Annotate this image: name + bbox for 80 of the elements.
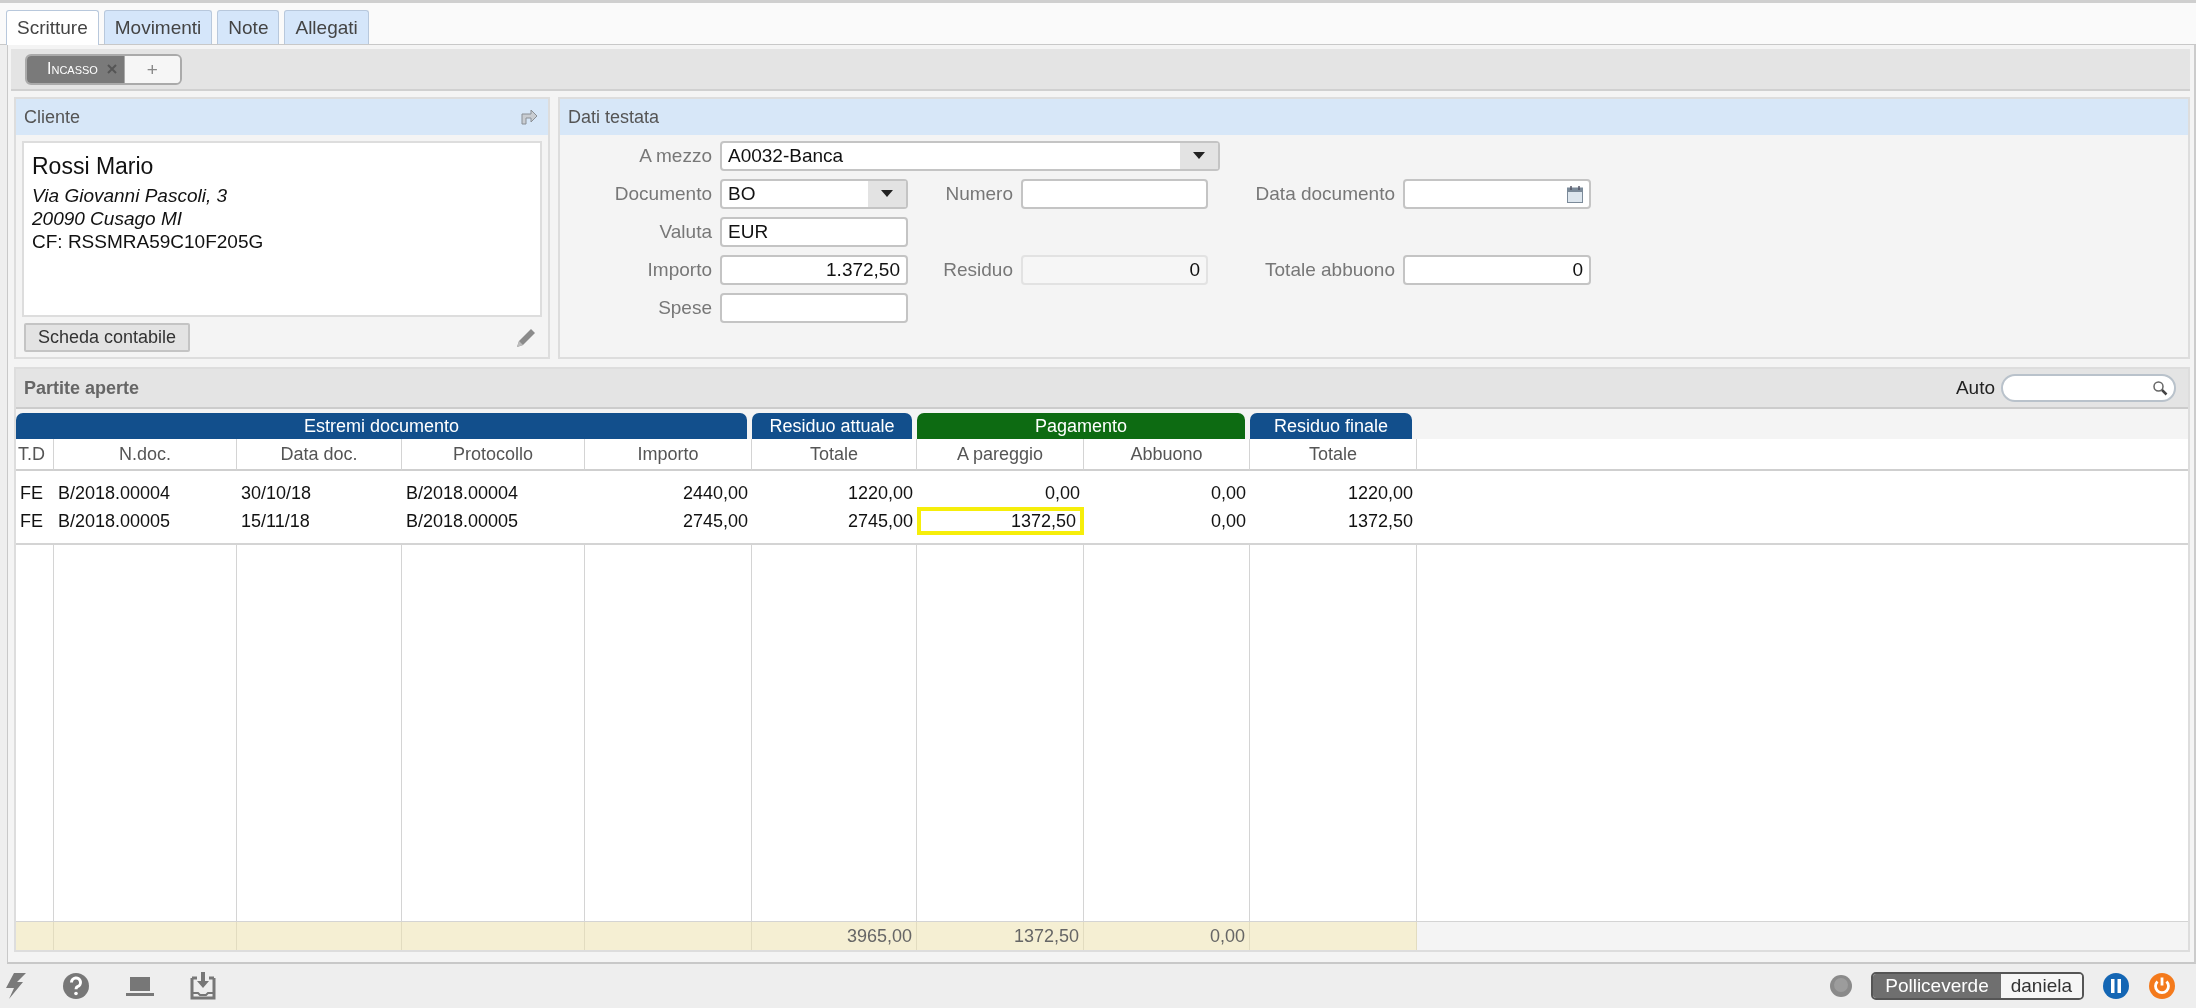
lightning-icon[interactable] (6, 973, 26, 999)
column-header[interactable]: Totale (1250, 439, 1417, 471)
table-cell-text: 1220,00 (1346, 482, 1414, 505)
column-header[interactable]: Protocollo (402, 439, 585, 471)
table-cell-text: B/2018.00004 (405, 482, 520, 505)
section-title: Partite aperte (24, 377, 140, 399)
input-field[interactable] (1021, 179, 1208, 209)
table-cell-text: 2745,00 (846, 510, 914, 533)
help-icon[interactable] (62, 972, 90, 1000)
column-group-header: Residuo attuale (752, 413, 912, 439)
table-cell-text: 2745,00 (681, 510, 749, 533)
pause-icon[interactable] (2102, 972, 2130, 1000)
table-cell-text: 0,00 (1209, 510, 1247, 533)
tab[interactable]: Allegati (284, 10, 369, 44)
address-line: Via Giovanni Pascoli, 3 (32, 184, 229, 207)
field-label: Valuta (658, 220, 712, 244)
tax-code: CF: RSSMRA59C10F205G (32, 230, 265, 253)
field-label: Data documento (1254, 182, 1395, 206)
table-cell-text: 30/10/18 (240, 482, 313, 505)
column-header[interactable]: Importo (585, 439, 752, 471)
table-cell-text: 1372,50 (1346, 510, 1414, 533)
column-header[interactable]: N.doc. (54, 439, 237, 471)
table-cell-text: 0,00 (1043, 482, 1081, 505)
dropdown-arrow-icon[interactable] (1193, 152, 1205, 160)
field-label: Spese (657, 296, 712, 320)
table-cell-text: FE (19, 482, 44, 505)
table-cell-text: 15/11/18 (240, 510, 311, 533)
table-cell-text: B/2018.00005 (57, 510, 172, 533)
table-cell-text: 0,00 (1209, 482, 1247, 505)
field-label: A mezzo (638, 144, 712, 168)
column-group-header: Residuo finale (1250, 413, 1412, 439)
input-field[interactable]: EUR (720, 217, 908, 247)
table-cell-text: B/2018.00004 (57, 482, 172, 505)
dropdown[interactable]: A0032-Banca (720, 141, 1220, 171)
table-cell-text: 2440,00 (681, 482, 749, 505)
field-label: Residuo (942, 258, 1013, 282)
dropdown-arrow-icon[interactable] (881, 190, 893, 198)
search-icon[interactable] (2152, 380, 2168, 396)
link-arrow-icon[interactable] (520, 108, 538, 126)
column-header[interactable]: Abbuono (1084, 439, 1250, 471)
field-label: Documento (613, 182, 712, 206)
table-cell-text: B/2018.00005 (405, 510, 520, 533)
total-value: 0,00 (1084, 922, 1250, 950)
input-field[interactable]: 1.372,50 (720, 255, 908, 285)
address-line: 20090 Cusago MI (32, 207, 183, 230)
date-field[interactable] (1403, 179, 1591, 209)
user-name: daniela (2000, 974, 2082, 998)
power-icon[interactable] (2148, 972, 2176, 1000)
column-header[interactable]: Totale (752, 439, 917, 471)
column-header[interactable]: T.D (16, 439, 54, 471)
download-tray-icon[interactable] (190, 972, 216, 1000)
column-header[interactable]: A pareggio (917, 439, 1084, 471)
field-label: Totale abbuono (1264, 258, 1395, 282)
panel-title: Cliente (24, 106, 81, 128)
total-value: 3965,00 (752, 922, 917, 950)
field-label: Numero (944, 182, 1013, 206)
tab[interactable]: Scritture (6, 10, 99, 45)
table-cell-text: FE (19, 510, 44, 533)
account-sheet-button[interactable]: Scheda contabile (24, 323, 191, 352)
client-name: Rossi Mario (32, 153, 155, 180)
laptop-icon[interactable] (126, 975, 154, 997)
calendar-icon[interactable] (1567, 185, 1583, 203)
column-header[interactable]: Data doc. (237, 439, 402, 471)
company-name: Polliceverde (1873, 974, 2001, 998)
field-label: Importo (646, 258, 712, 282)
tab[interactable]: Note (217, 10, 280, 44)
tab[interactable]: Movimenti (103, 10, 213, 44)
column-group-header: Pagamento (917, 413, 1245, 439)
subtab[interactable]: Incasso (27, 55, 124, 83)
input-field[interactable] (720, 293, 908, 323)
input-field[interactable]: 0 (1403, 255, 1591, 285)
total-value: 1372,50 (917, 922, 1084, 950)
panel-title: Dati testata (568, 106, 660, 128)
table-cell[interactable]: 1372,50 (917, 507, 1084, 535)
dropdown[interactable]: BO (720, 179, 908, 209)
table-cell-text: 1220,00 (846, 482, 914, 505)
status-dot-icon (1829, 974, 1854, 998)
search-field[interactable] (2001, 374, 2176, 402)
filter-label: Auto (1955, 377, 1995, 399)
column-group-header: Estremi documento (16, 413, 747, 439)
